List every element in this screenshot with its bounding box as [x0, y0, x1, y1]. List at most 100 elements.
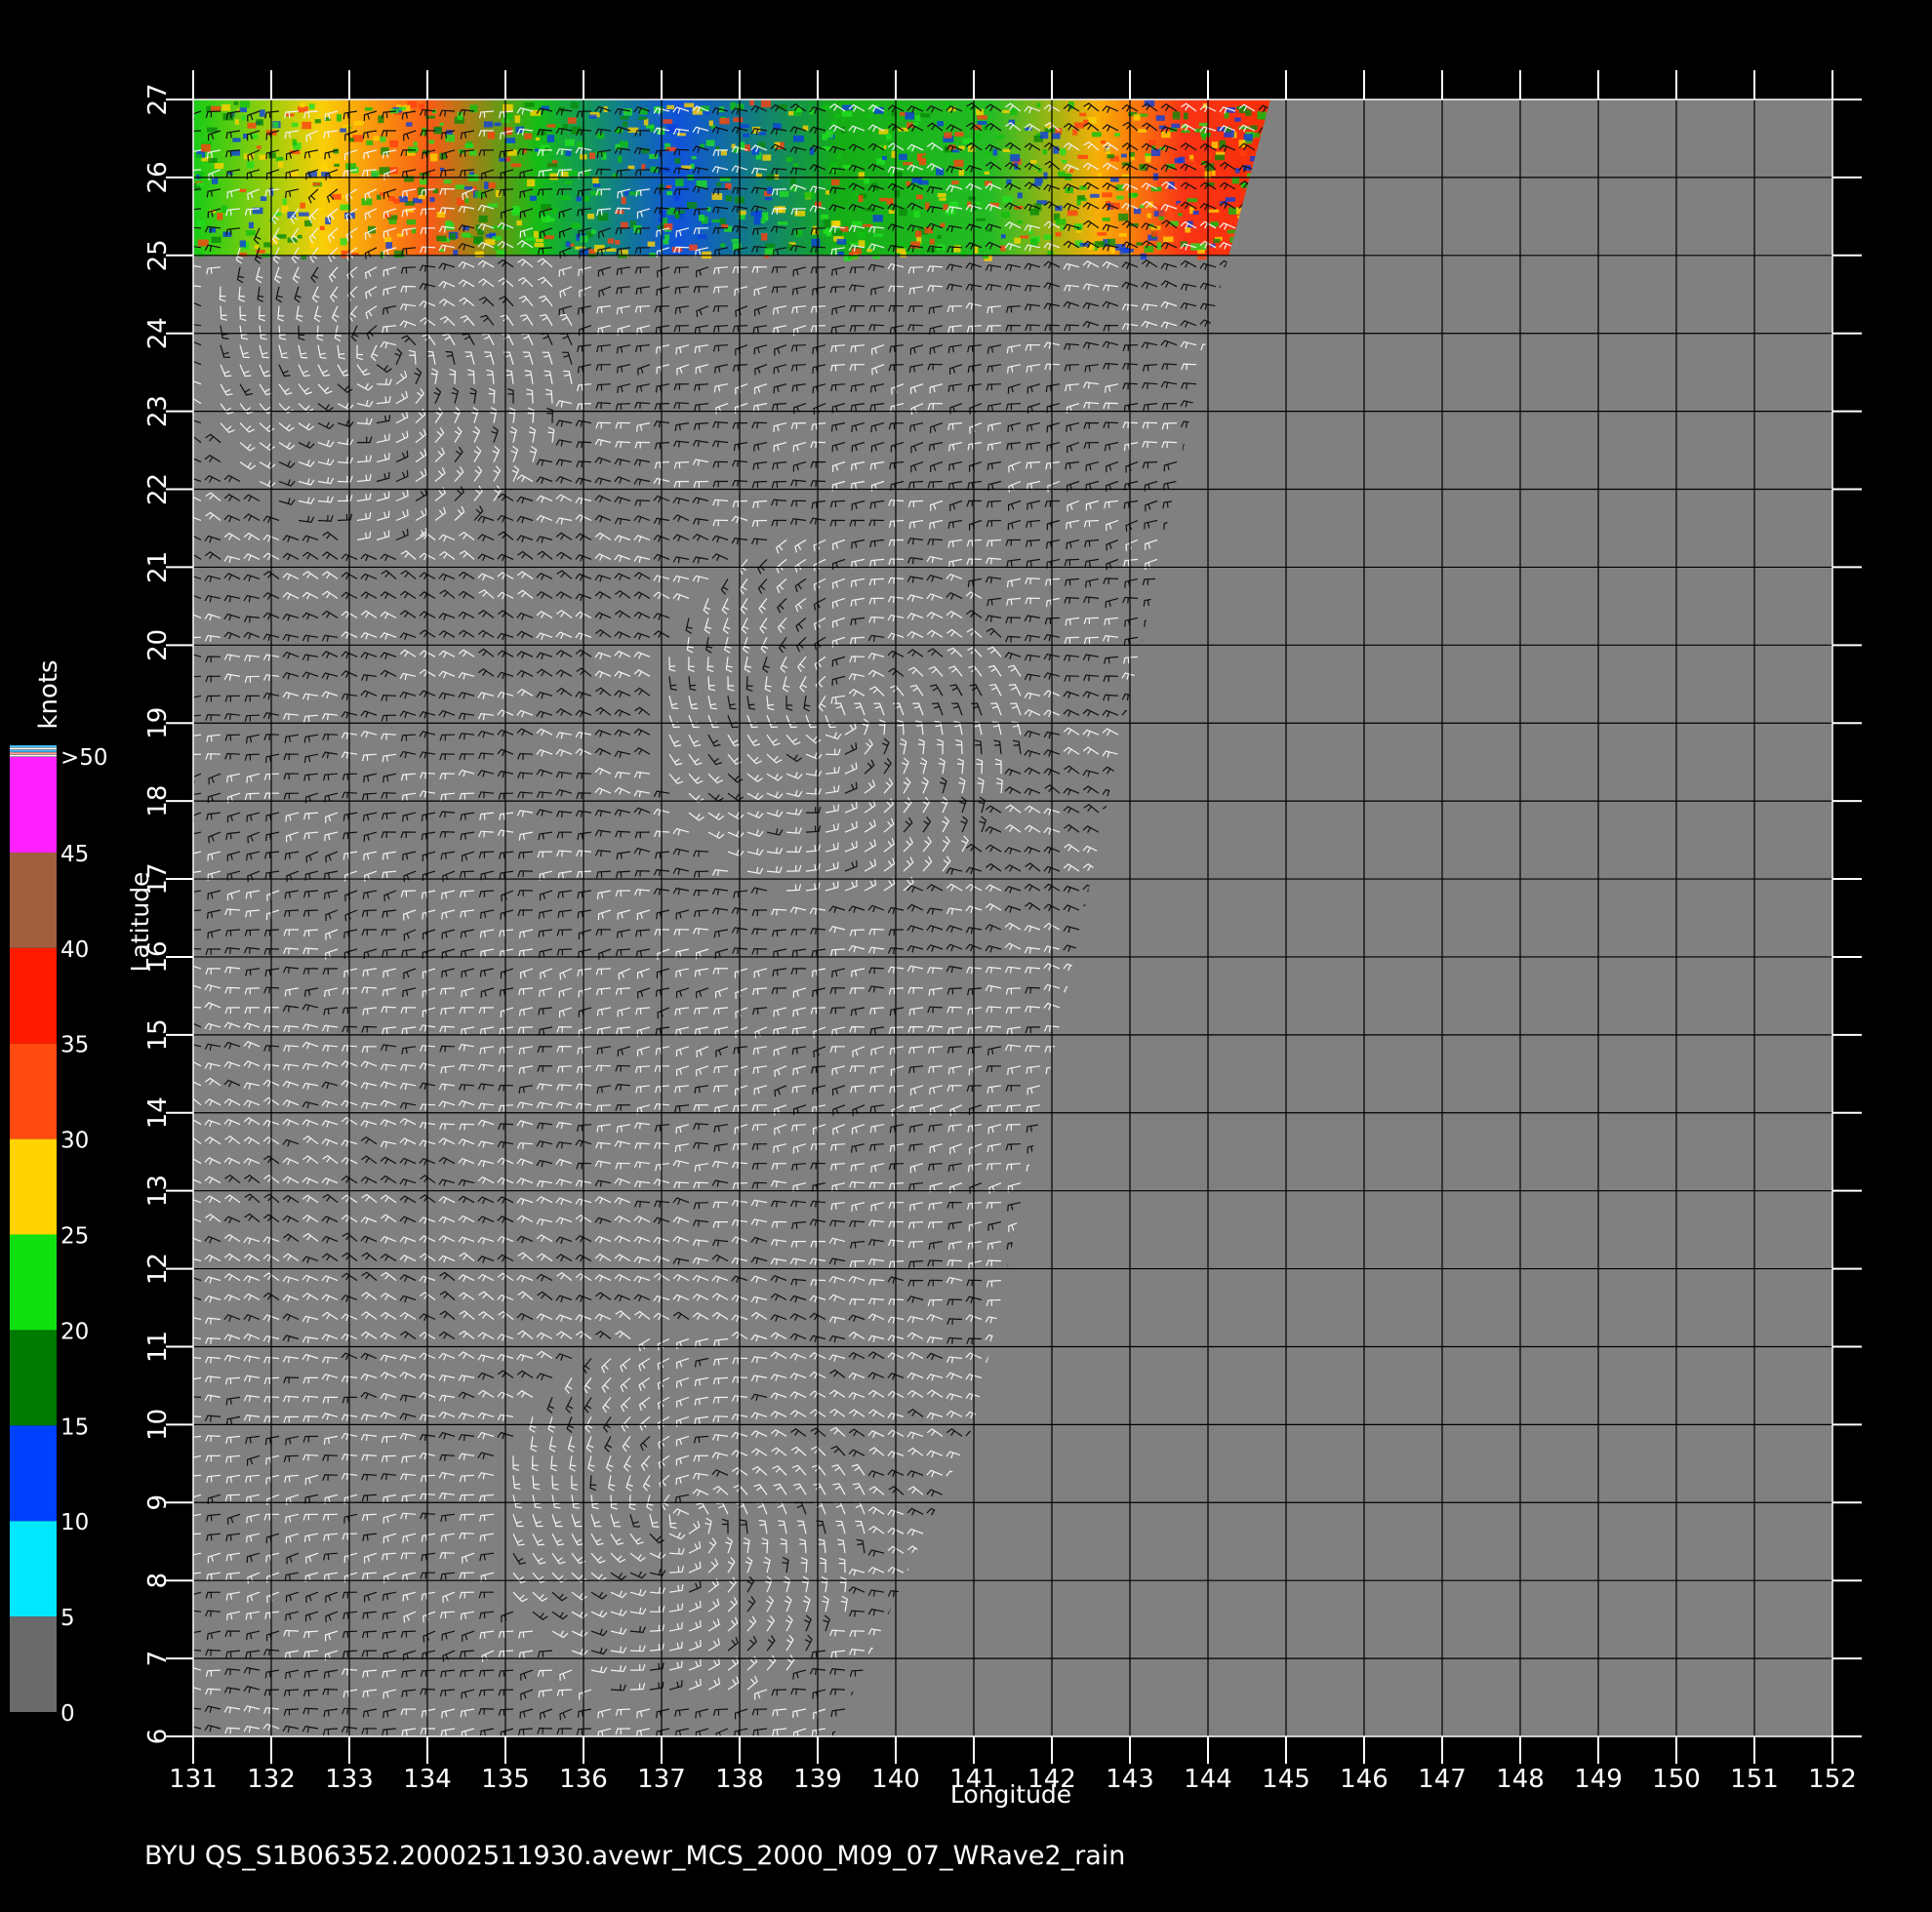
rain-pixel — [666, 104, 675, 110]
rain-pixel — [974, 246, 979, 254]
rain-pixel — [937, 234, 942, 239]
rain-pixel — [240, 100, 250, 108]
rain-pixel — [645, 125, 655, 129]
rain-pixel — [1042, 148, 1048, 155]
rain-pixel — [647, 241, 656, 247]
rain-pixel — [457, 197, 465, 206]
rain-pixel — [665, 184, 672, 188]
rain-pixel — [1072, 129, 1078, 136]
rain-pixel — [888, 210, 895, 215]
rain-pixel — [641, 164, 646, 170]
rain-pixel — [674, 157, 681, 164]
rain-pixel — [541, 248, 549, 255]
rain-pixel — [660, 210, 666, 218]
rain-pixel — [406, 219, 417, 225]
rain-pixel — [825, 190, 830, 195]
rain-pixel — [221, 103, 231, 111]
rain-pixel — [1034, 178, 1043, 183]
rain-pixel — [560, 195, 571, 201]
rain-pixel — [704, 111, 710, 115]
rain-pixel — [587, 214, 595, 219]
wind-map-figure: 131 132 133 134 135 136 137 138 139 140 141 142 143 1… — [10, 70, 1862, 1871]
rain-pixel — [866, 114, 872, 118]
rain-pixel — [300, 202, 305, 209]
rain-pixel — [937, 193, 946, 198]
rain-pixel — [829, 162, 838, 168]
rain-pixel — [1102, 218, 1110, 221]
rain-pixel — [621, 196, 626, 205]
rain-pixel — [593, 183, 601, 187]
rain-pixel — [567, 117, 577, 124]
rain-pixel — [530, 195, 537, 201]
rain-pixel — [319, 164, 328, 171]
rain-pixel — [380, 136, 386, 142]
rain-pixel — [1030, 160, 1037, 164]
rain-pixel — [239, 107, 248, 113]
rain-pixel — [719, 218, 726, 225]
rain-pixel — [373, 136, 380, 141]
rain-pixel — [720, 149, 727, 156]
rain-pixel — [627, 165, 635, 170]
rain-pixel — [894, 189, 901, 198]
rain-pixel — [564, 139, 575, 146]
rain-pixel — [1145, 155, 1151, 163]
rain-pixel — [443, 179, 452, 184]
rain-pixel — [719, 117, 730, 125]
rain-pixel — [1213, 238, 1221, 243]
rain-pixel — [1110, 178, 1119, 182]
rain-pixel — [334, 163, 340, 168]
map-background — [193, 100, 1832, 1736]
rain-pixel — [905, 111, 915, 120]
rain-pixel — [1036, 102, 1041, 108]
rain-pixel — [872, 233, 883, 237]
rain-pixel — [899, 153, 907, 161]
rain-pixel — [764, 216, 769, 221]
rain-pixel — [463, 186, 473, 190]
rain-pixel — [524, 133, 533, 139]
rain-pixel — [209, 227, 217, 233]
rain-pixel — [994, 135, 1005, 139]
rain-pixel — [516, 219, 522, 226]
rain-pixel — [527, 179, 536, 187]
rain-pixel — [299, 212, 309, 217]
rain-pixel — [1155, 115, 1165, 121]
rain-pixel — [833, 220, 841, 226]
rain-pixel — [1067, 210, 1078, 217]
rain-pixel — [428, 139, 435, 144]
rain-pixel — [534, 242, 544, 248]
rain-pixel — [804, 191, 815, 199]
rain-pixel — [345, 163, 356, 170]
rain-pixel — [919, 113, 931, 118]
rain-pixel — [1121, 153, 1127, 158]
rain-pixel — [239, 240, 246, 248]
rain-pixel — [725, 195, 733, 202]
rain-pixel — [886, 198, 894, 205]
rain-pixel — [419, 179, 428, 185]
rain-pixel — [475, 251, 484, 258]
rain-pixel — [1040, 132, 1049, 139]
rain-pixel — [758, 132, 767, 136]
rain-pixel — [914, 230, 922, 238]
rain-pixel — [525, 237, 536, 241]
rain-pixel — [234, 119, 240, 125]
rain-pixel — [1020, 235, 1029, 239]
rain-pixel — [1118, 233, 1127, 237]
rain-pixel — [413, 141, 418, 146]
rain-pixel — [510, 163, 521, 168]
rain-pixel — [908, 212, 914, 217]
rain-pixel — [455, 184, 465, 189]
rain-pixel — [1245, 109, 1252, 116]
rain-pixel — [217, 213, 223, 220]
rain-pixel — [866, 249, 872, 253]
rain-pixel — [715, 146, 720, 150]
rain-pixel — [302, 121, 312, 130]
rain-pixel — [1152, 173, 1159, 180]
rain-pixel — [825, 130, 833, 139]
rain-pixel — [570, 222, 582, 229]
rain-pixel — [449, 233, 457, 241]
rain-pixel — [478, 215, 488, 222]
rain-pixel — [504, 138, 516, 144]
rain-pixel — [666, 190, 672, 196]
rain-pixel — [882, 156, 887, 161]
rain-pixel — [589, 152, 595, 160]
